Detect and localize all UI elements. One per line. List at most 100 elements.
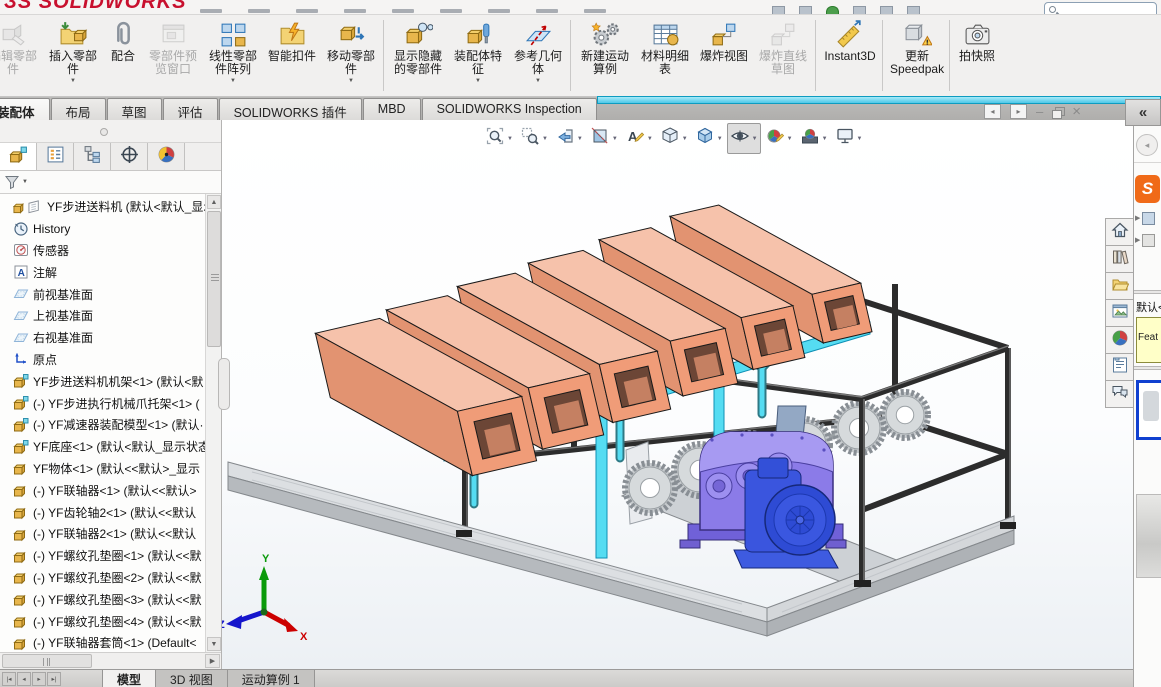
ribbon-button[interactable]: ▼ <box>815 20 818 91</box>
tree-item[interactable]: 原点 <box>0 349 205 371</box>
scrollbar-thumb[interactable] <box>2 654 92 668</box>
tree-item[interactable]: 右视基准面 <box>0 327 205 349</box>
ribbon-button[interactable]: 线性零部件阵列 ▼ <box>203 15 263 96</box>
ribbon-button[interactable]: Instant3D ▼ <box>820 15 880 96</box>
dropdown-arrow-icon[interactable]: ▼ <box>857 136 863 142</box>
ribbon-button[interactable]: 更新Speedpak ▼ <box>887 15 947 96</box>
dropdown-arrow-icon[interactable]: ▼ <box>535 78 541 84</box>
close-icon[interactable]: × <box>1072 106 1081 118</box>
dropdown-arrow-icon[interactable]: ▼ <box>752 136 758 142</box>
property-manager[interactable] <box>37 143 74 170</box>
back-arrow-icon[interactable]: ◂ <box>1136 134 1158 156</box>
tree-item[interactable]: (-) YF齿轮轴2<1> (默认<<默认 <box>0 501 205 523</box>
study-nav-icon[interactable]: ◂ <box>17 672 31 686</box>
ribbon-button[interactable]: 编辑零部件 ▼ <box>0 15 43 96</box>
dropdown-arrow-icon[interactable]: ▼ <box>822 136 828 142</box>
appearances-scenes[interactable] <box>1105 326 1133 354</box>
view-orientation[interactable]: ▼ <box>657 123 691 154</box>
tree-item[interactable]: (-) YF螺纹孔垫圈<2> (默认<<默 <box>0 567 205 589</box>
command-tab[interactable]: 装配体 <box>0 98 50 120</box>
task-pane-collapse-button[interactable]: « <box>1125 99 1161 126</box>
tree-item[interactable]: (-) YF螺纹孔垫圈<4> (默认<<默 <box>0 610 205 632</box>
document-tab[interactable]: 模型 <box>102 670 156 687</box>
solidworks-forum[interactable] <box>1105 380 1133 408</box>
ribbon-button[interactable]: ▼ <box>570 20 573 91</box>
filter-dropdown-icon[interactable]: ▼ <box>22 179 28 185</box>
panel-splitter-knob[interactable] <box>100 128 108 136</box>
restore-icon[interactable] <box>1052 107 1063 117</box>
search-input[interactable] <box>1044 2 1157 15</box>
tree-horizontal-scrollbar[interactable]: ▶ <box>0 652 221 669</box>
display-manager[interactable] <box>148 143 185 170</box>
ribbon-button[interactable]: 显示隐藏的零部件 ▼ <box>388 15 448 96</box>
scroll-up-icon[interactable]: ▲ <box>207 195 221 209</box>
pane-left-icon[interactable]: ◂ <box>984 104 1001 119</box>
minimize-icon[interactable]: – <box>1036 106 1043 118</box>
ribbon-button[interactable]: 新建运动算例 ▼ <box>575 15 635 96</box>
ribbon-button[interactable]: 爆炸视图 ▼ <box>695 15 753 96</box>
study-nav-icon[interactable]: ▸| <box>47 672 61 686</box>
panel-splitter-handle[interactable] <box>218 358 230 410</box>
tree-item[interactable]: YF步进送料机机架<1> (默认<默 <box>0 370 205 392</box>
ribbon-button[interactable]: 移动零部件 ▼ <box>321 15 381 96</box>
scrollbar-thumb[interactable] <box>207 211 221 347</box>
dropdown-arrow-icon[interactable]: ▼ <box>230 78 236 84</box>
dynamic-annotation-views[interactable]: A ▼ <box>622 123 656 154</box>
study-nav-icon[interactable]: |◂ <box>2 672 16 686</box>
ribbon-button[interactable]: 配合 ▼ <box>103 15 143 96</box>
dropdown-arrow-icon[interactable]: ▼ <box>647 136 653 142</box>
dropdown-arrow-icon[interactable]: ▼ <box>787 136 793 142</box>
tree-item[interactable]: 传感器 <box>0 240 205 262</box>
scroll-down-icon[interactable]: ▼ <box>207 637 221 651</box>
dropdown-arrow-icon[interactable]: ▼ <box>70 78 76 84</box>
tree-item[interactable]: YF步进送料机 (默认<默认_显示状 <box>0 196 205 218</box>
ribbon-button[interactable]: 零部件预览窗口 ▼ <box>143 15 203 96</box>
command-tab[interactable]: MBD <box>363 98 421 120</box>
ribbon-button[interactable]: ▼ <box>383 20 386 91</box>
tree-item[interactable]: (-) YF减速器装配模型<1> (默认· <box>0 414 205 436</box>
ribbon-button[interactable]: ▼ <box>882 20 885 91</box>
tree-item[interactable]: History <box>0 218 205 240</box>
command-tab[interactable]: 布局 <box>51 98 106 120</box>
dimxpert-manager[interactable] <box>111 143 148 170</box>
section-view[interactable]: ▼ <box>587 123 621 154</box>
ribbon-button[interactable]: 拍快照 ▼ <box>954 15 1000 96</box>
custom-properties[interactable] <box>1105 353 1133 381</box>
view-palette[interactable] <box>1105 299 1133 327</box>
tree-filter-bar[interactable]: ▼ <box>0 171 221 194</box>
document-tab[interactable]: 3D 视图 <box>155 670 228 687</box>
featuremanager-tree[interactable] <box>0 143 37 170</box>
tree-vertical-scrollbar[interactable]: ▲ ▼ <box>205 194 221 652</box>
ribbon-button[interactable]: 装配体特征 ▼ <box>448 15 508 96</box>
preview-thumbnail-selected[interactable] <box>1136 380 1161 440</box>
apply-scene[interactable]: ▼ <box>797 123 831 154</box>
command-tab[interactable]: SOLIDWORKS Inspection <box>422 98 597 120</box>
file-explorer[interactable] <box>1105 272 1133 300</box>
command-tab[interactable]: 草图 <box>107 98 162 120</box>
tree-item[interactable]: (-) YF联轴器<1> (默认<<默认> <box>0 479 205 501</box>
dropdown-arrow-icon[interactable]: ▼ <box>577 136 583 142</box>
tree-item[interactable]: (-) YF螺纹孔垫圈<3> (默认<<默 <box>0 588 205 610</box>
ribbon-button[interactable]: 材料明细表 ▼ <box>635 15 695 96</box>
dropdown-arrow-icon[interactable]: ▼ <box>717 136 723 142</box>
dropdown-arrow-icon[interactable]: ▼ <box>612 136 618 142</box>
command-tab[interactable]: SOLIDWORKS 插件 <box>219 98 362 120</box>
preview-thumbnail[interactable] <box>1136 494 1161 578</box>
edit-appearance[interactable]: ▼ <box>762 123 796 154</box>
command-tab[interactable]: 评估 <box>163 98 218 120</box>
graphics-viewport[interactable]: ▼ ▼ ▼ ▼ <box>222 120 1161 669</box>
zoom-to-fit[interactable]: ▼ <box>482 123 516 154</box>
scroll-right-icon[interactable]: ▶ <box>205 654 220 668</box>
tree-item[interactable]: YF物体<1> (默认<<默认>_显示 <box>0 458 205 480</box>
view-settings[interactable]: ▼ <box>832 123 866 154</box>
tree-item[interactable]: A 注解 <box>0 261 205 283</box>
previous-view[interactable]: ▼ <box>552 123 586 154</box>
zoom-to-area[interactable]: ▼ <box>517 123 551 154</box>
task-pane-tree-row[interactable]: ▶ <box>1134 229 1161 251</box>
tree-item[interactable]: (-) YF联轴器套筒<1> (Default< <box>0 632 205 652</box>
ribbon-button[interactable]: ▼ <box>949 20 952 91</box>
home[interactable] <box>1105 218 1133 246</box>
dropdown-arrow-icon[interactable]: ▼ <box>475 78 481 84</box>
tree-item[interactable]: YF底座<1> (默认<默认_显示状态 <box>0 436 205 458</box>
ribbon-button[interactable]: 智能扣件 ▼ <box>263 15 321 96</box>
